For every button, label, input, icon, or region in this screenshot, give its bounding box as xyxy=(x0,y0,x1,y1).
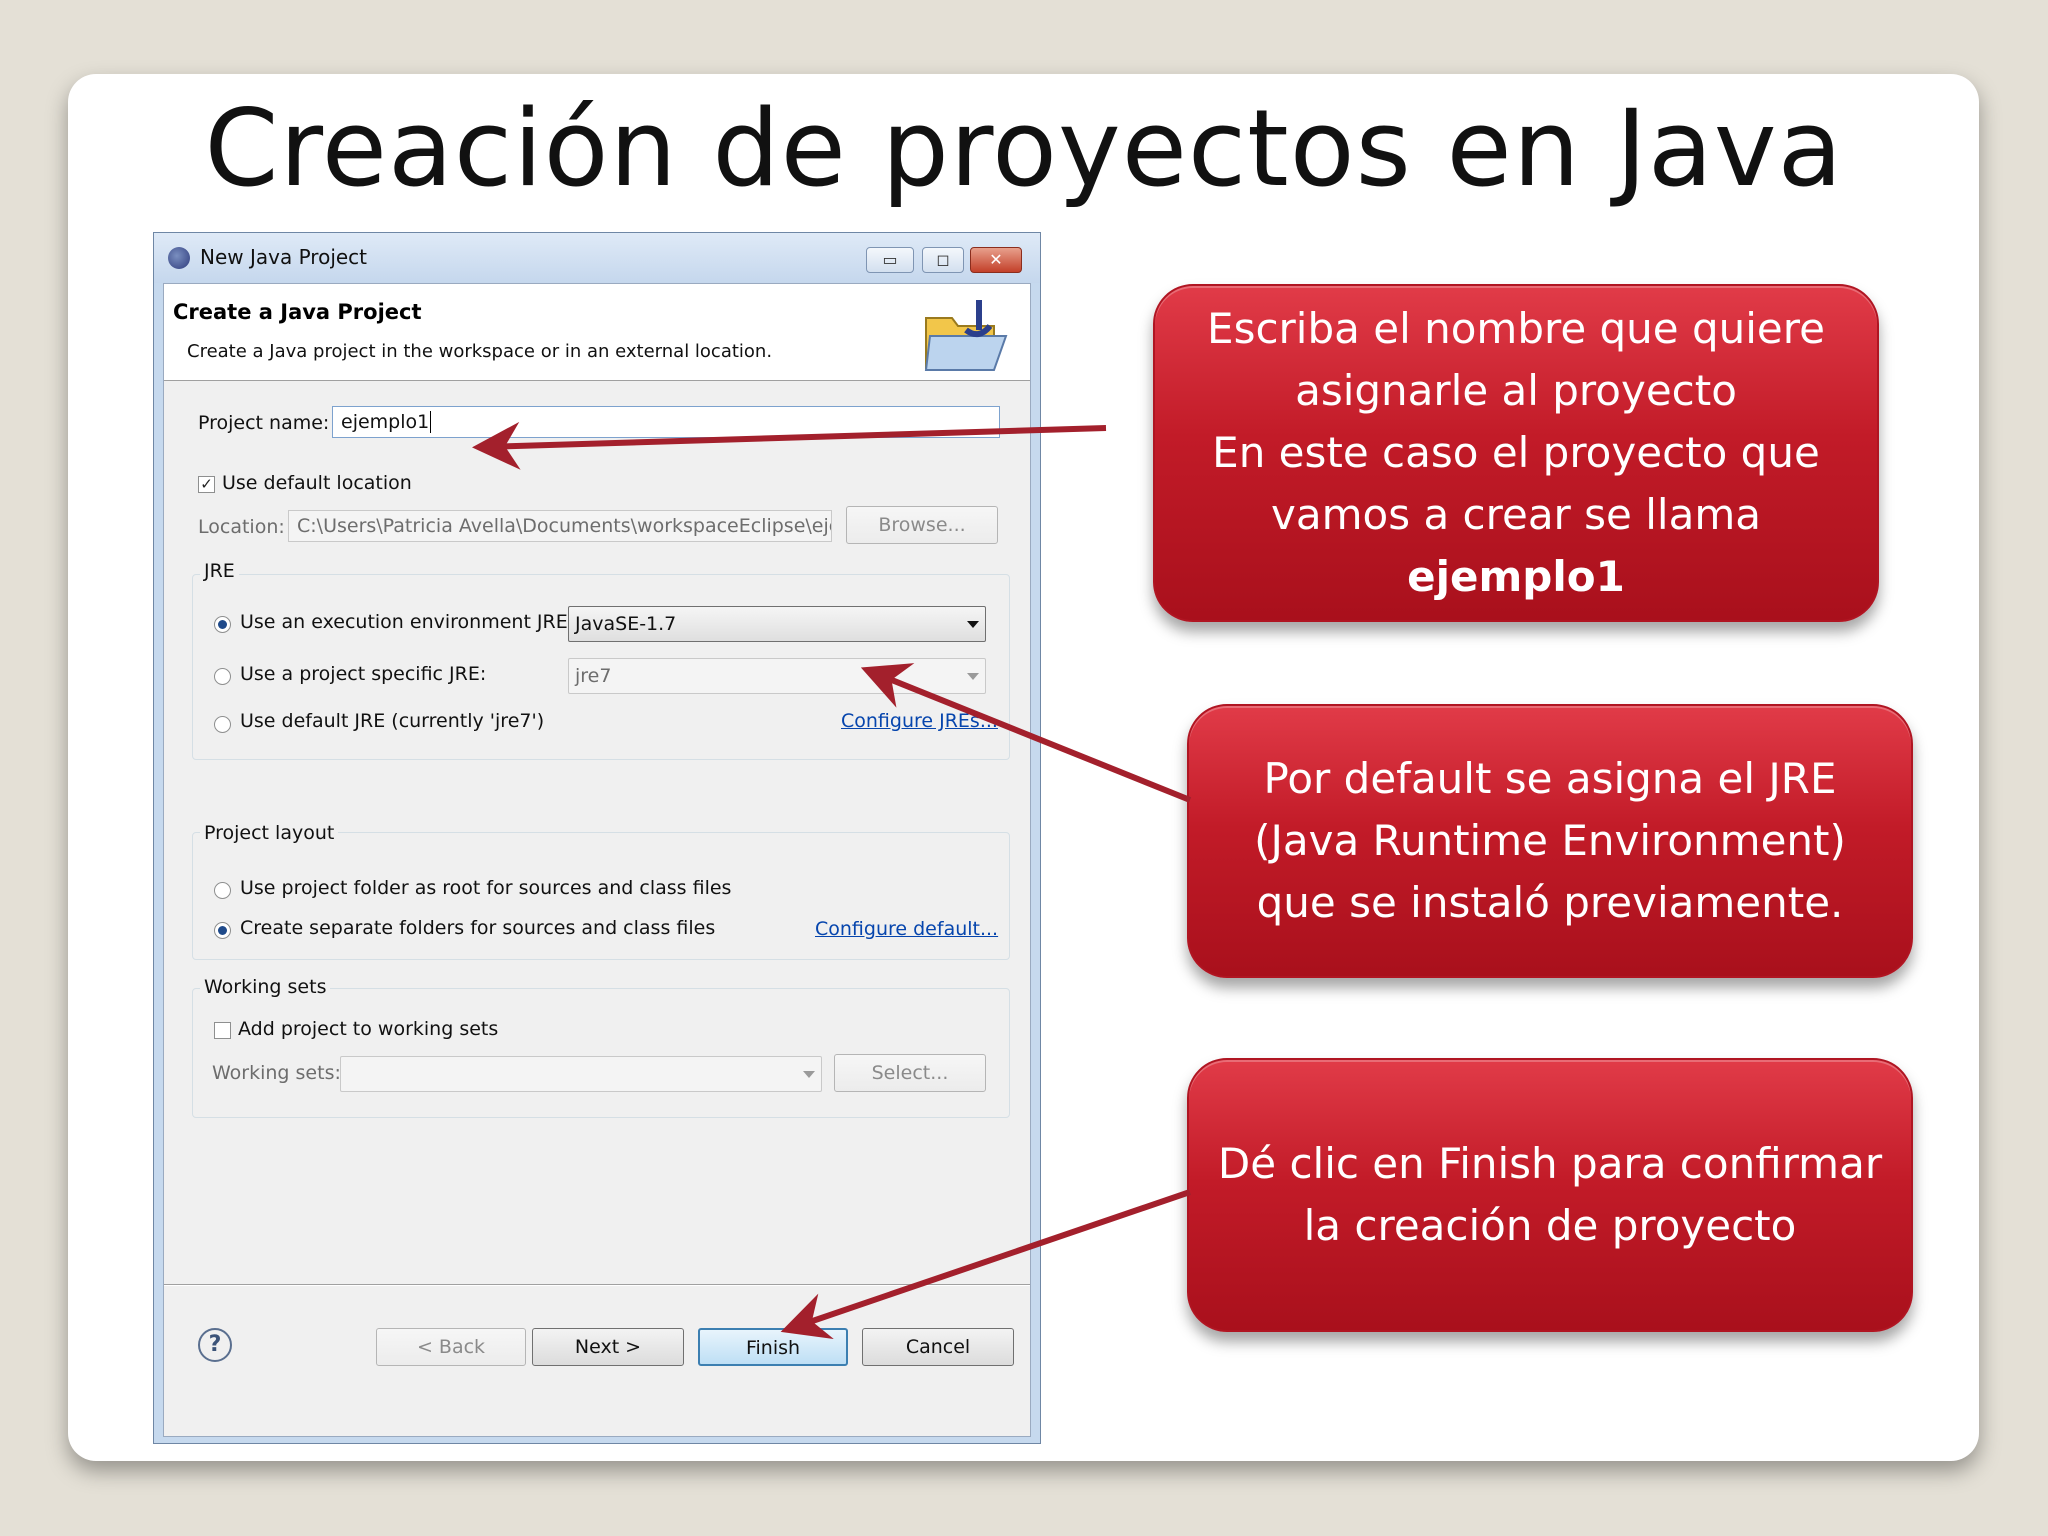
cancel-button[interactable]: Cancel xyxy=(862,1328,1014,1366)
wizard-header: Create a Java Project Create a Java proj… xyxy=(164,284,1030,381)
callout-line: Escriba el nombre que quiere xyxy=(1207,304,1825,353)
callout-line: En este caso el proyecto que xyxy=(1212,428,1820,477)
new-java-project-dialog: New Java Project ▭ ◻ ✕ Create a Java Pro… xyxy=(153,232,1041,1444)
slide-title: Creación de proyectos en Java xyxy=(204,87,1844,210)
project-name-value: ejemplo1 xyxy=(341,411,430,433)
execution-environment-value: JavaSE-1.7 xyxy=(575,613,677,635)
callout-jre: Por default se asigna el JRE (Java Runti… xyxy=(1187,704,1913,978)
configure-jres-link[interactable]: Configure JREs... xyxy=(841,710,998,732)
project-specific-jre-dropdown[interactable]: jre7 xyxy=(568,658,986,694)
button-bar-separator xyxy=(164,1284,1030,1286)
configure-default-link[interactable]: Configure default... xyxy=(815,918,998,940)
execution-environment-label: Use an execution environment JRE: xyxy=(240,611,575,633)
working-sets-dropdown[interactable] xyxy=(340,1056,822,1092)
add-to-working-sets-checkbox[interactable] xyxy=(214,1022,231,1039)
project-name-input[interactable]: ejemplo1 xyxy=(332,406,1000,438)
radio-project-folder-root[interactable] xyxy=(214,882,231,899)
working-sets-label: Working sets: xyxy=(212,1062,341,1084)
use-default-location-checkbox[interactable]: ✓ xyxy=(198,476,215,493)
callout-bold-line: ejemplo1 xyxy=(1407,552,1625,601)
callout-line: que se instaló previamente. xyxy=(1256,878,1844,927)
project-specific-jre-label: Use a project specific JRE: xyxy=(240,663,487,685)
java-project-folder-icon xyxy=(924,300,1008,371)
project-layout-group-label: Project layout xyxy=(200,822,339,844)
project-folder-root-label: Use project folder as root for sources a… xyxy=(240,877,732,899)
callout-project-name: Escriba el nombre que quiere asignarle a… xyxy=(1153,284,1879,622)
project-name-label: Project name: xyxy=(198,412,330,434)
callout-line: asignarle al proyecto xyxy=(1295,366,1737,415)
dialog-titlebar[interactable]: New Java Project ▭ ◻ ✕ xyxy=(154,233,1040,283)
callout-line: (Java Runtime Environment) xyxy=(1254,816,1846,865)
chevron-down-icon xyxy=(803,1071,815,1078)
radio-project-specific-jre[interactable] xyxy=(214,668,231,685)
maximize-button[interactable]: ◻ xyxy=(922,247,964,273)
callout-line: Dé clic en Finish para confirmar xyxy=(1217,1139,1883,1188)
help-icon[interactable]: ? xyxy=(198,1328,232,1362)
radio-execution-environment[interactable] xyxy=(214,616,231,633)
dialog-title: New Java Project xyxy=(200,245,368,269)
next-button[interactable]: Next > xyxy=(532,1328,684,1366)
back-button[interactable]: < Back xyxy=(376,1328,526,1366)
location-label: Location: xyxy=(198,516,285,538)
select-working-sets-button[interactable]: Select... xyxy=(834,1054,986,1092)
wizard-description: Create a Java project in the workspace o… xyxy=(187,341,773,362)
project-specific-jre-value: jre7 xyxy=(575,665,612,687)
separate-folders-label: Create separate folders for sources and … xyxy=(240,917,716,939)
jre-group-label: JRE xyxy=(200,560,239,582)
chevron-down-icon xyxy=(967,673,979,680)
use-default-location-label: Use default location xyxy=(222,472,412,494)
minimize-button[interactable]: ▭ xyxy=(866,247,914,273)
text-cursor xyxy=(430,411,432,433)
callout-line: Por default se asigna el JRE xyxy=(1263,754,1837,803)
close-button[interactable]: ✕ xyxy=(970,247,1022,273)
radio-default-jre[interactable] xyxy=(214,716,231,733)
callout-line: la creación de proyecto xyxy=(1303,1201,1797,1250)
working-sets-group xyxy=(192,988,1010,1118)
location-input[interactable]: C:\Users\Patricia Avella\Documents\works… xyxy=(288,510,832,542)
dialog-content: Create a Java Project Create a Java proj… xyxy=(163,283,1031,1437)
execution-environment-dropdown[interactable]: JavaSE-1.7 xyxy=(568,606,986,642)
chevron-down-icon xyxy=(967,621,979,628)
browse-button[interactable]: Browse... xyxy=(846,506,998,544)
callout-line: vamos a crear se llama xyxy=(1271,490,1761,539)
radio-separate-folders[interactable] xyxy=(214,922,231,939)
eclipse-icon xyxy=(168,247,190,269)
add-to-working-sets-label: Add project to working sets xyxy=(238,1018,499,1040)
default-jre-label: Use default JRE (currently 'jre7') xyxy=(240,710,545,732)
working-sets-group-label: Working sets xyxy=(200,976,331,998)
callout-finish: Dé clic en Finish para confirmar la crea… xyxy=(1187,1058,1913,1332)
wizard-title: Create a Java Project xyxy=(173,300,422,324)
finish-button[interactable]: Finish xyxy=(698,1328,848,1366)
